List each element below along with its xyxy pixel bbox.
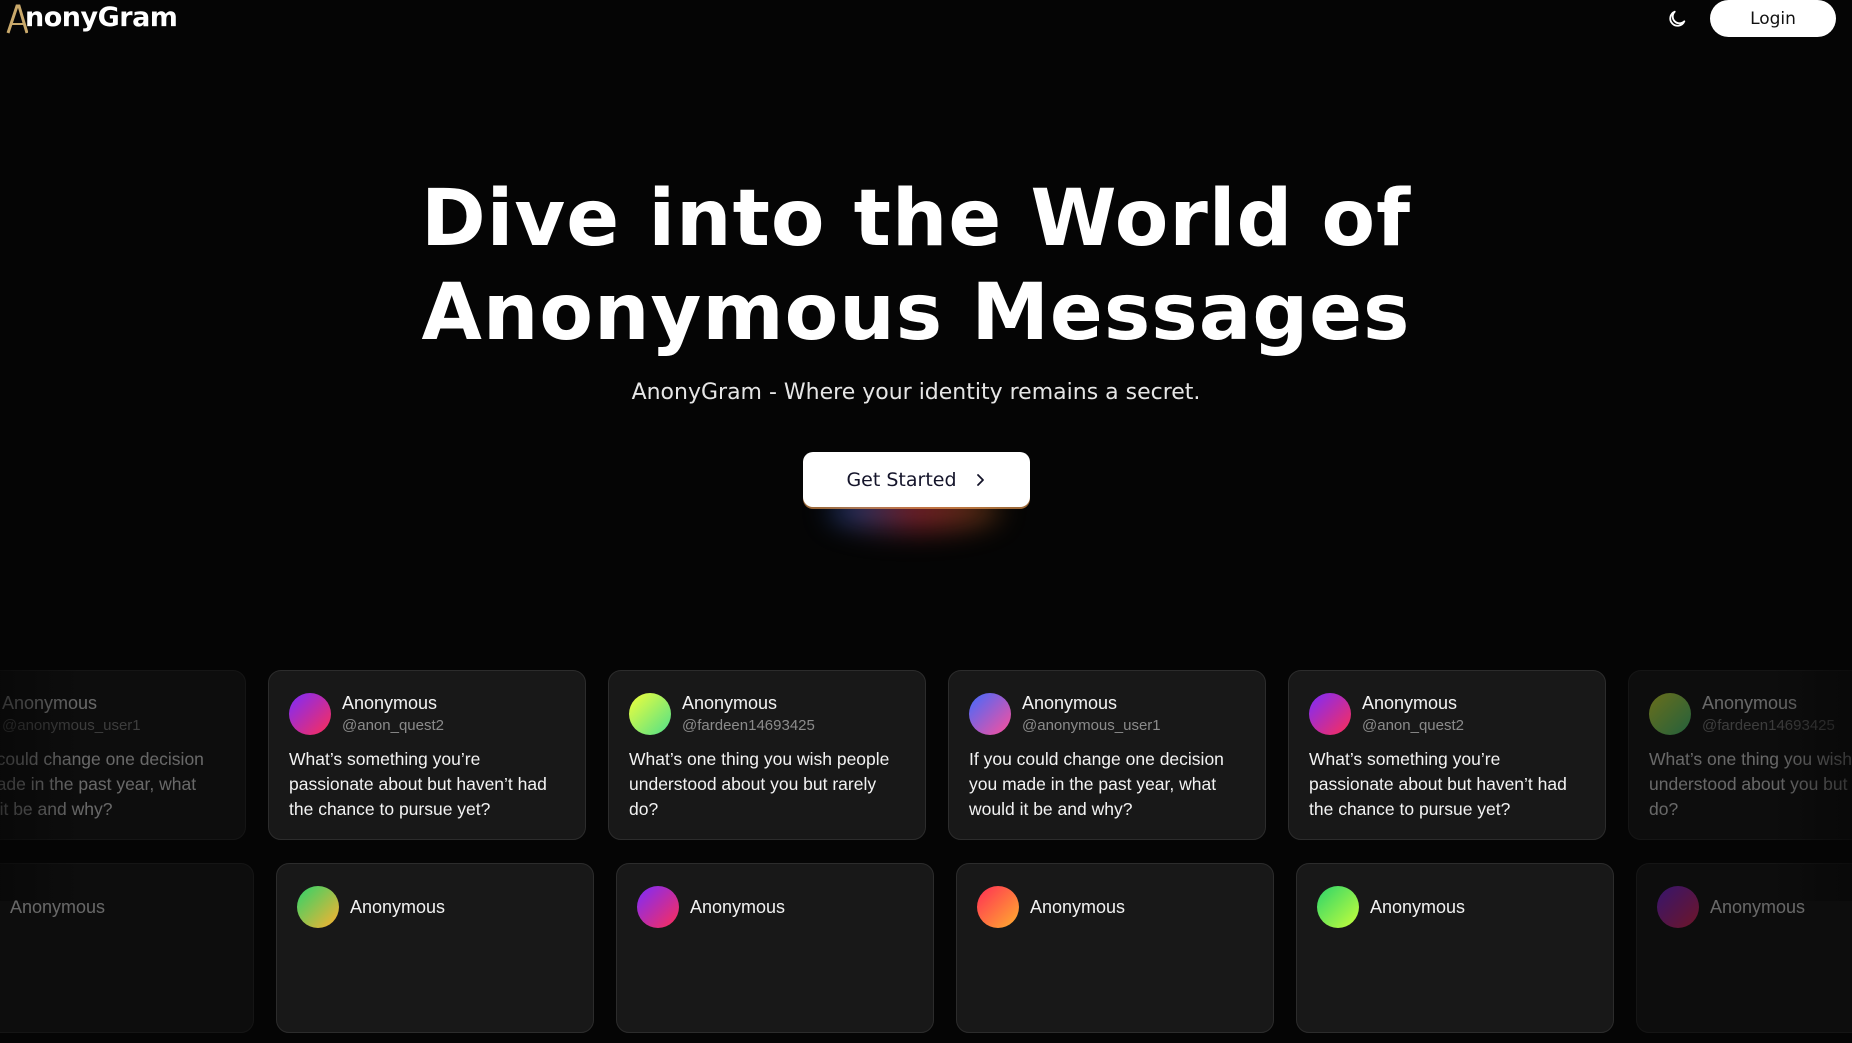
card-header: Anonymous: [1657, 884, 1852, 930]
author-name: Anonymous: [1710, 897, 1806, 917]
avatar: [629, 693, 671, 735]
author-handle: @anonymous_user1: [2, 716, 141, 734]
message-card[interactable]: Anonymous @anonymous_user1 If you could ch…: [948, 670, 1266, 840]
author-name: Anonymous: [1702, 692, 1798, 713]
top-navigation: nonyGram Login: [0, 0, 1852, 38]
author-name: Anonymous: [1370, 897, 1466, 917]
author-name: Anonymous: [350, 897, 446, 917]
message-card[interactable]: Anonymous @fardeen14693425 What’s one thin…: [1628, 670, 1852, 840]
card-author: Anonymous @anon_quest2: [1362, 693, 1464, 736]
message-text: What’s one thing you wish people underst…: [629, 749, 890, 819]
card-author: Anonymous: [690, 897, 785, 917]
message-card[interactable]: Anonymous: [1636, 863, 1852, 1033]
hero-subtitle: AnonyGram - Where your identity remains …: [631, 380, 1201, 405]
message-text: What’s something you’re passionate about…: [289, 749, 547, 819]
brand-name: nonyGram: [25, 2, 178, 33]
avatar: [1657, 886, 1699, 928]
message-card[interactable]: Anonymous: [0, 863, 254, 1033]
login-button[interactable]: Login: [1710, 0, 1836, 37]
author-name: Anonymous: [682, 692, 778, 713]
hero-title: Dive into the World of Anonymous Message…: [0, 172, 1832, 360]
author-name: Anonymous: [342, 692, 438, 713]
avatar: [1317, 886, 1359, 928]
avatar: [1649, 693, 1691, 735]
avatar: [1309, 693, 1351, 735]
chevron-right-icon: [976, 473, 984, 486]
card-header: Anonymous @fardeen14693425: [1649, 691, 1852, 737]
card-author: Anonymous @fardeen14693425: [1702, 693, 1835, 736]
get-started-button[interactable]: Get Started: [803, 452, 1030, 507]
message-card[interactable]: Anonymous @anonymous_user1 If you could ch…: [0, 670, 246, 840]
card-header: Anonymous @anonymous_user1: [969, 691, 1245, 737]
message-card[interactable]: Anonymous @fardeen14693425 What’s one thin…: [608, 670, 926, 840]
avatar: [637, 886, 679, 928]
card-header: Anonymous: [0, 884, 233, 930]
author-name: Anonymous: [1362, 692, 1458, 713]
author-handle: @fardeen14693425: [682, 716, 815, 734]
hero-title-line1: Dive into the World of: [420, 174, 1412, 264]
author-name: Anonymous: [1030, 897, 1126, 917]
message-card[interactable]: Anonymous: [956, 863, 1274, 1033]
get-started-label: Get Started: [846, 468, 957, 491]
message-text: What’s something you’re passionate about…: [1309, 749, 1567, 819]
avatar: [289, 693, 331, 735]
card-header: Anonymous: [297, 884, 573, 930]
author-name: Anonymous: [10, 897, 106, 917]
card-header: Anonymous @anonymous_user1: [0, 691, 225, 737]
author-handle: @anon_quest2: [342, 716, 444, 734]
author-handle: @anonymous_user1: [1022, 716, 1161, 734]
message-card[interactable]: Anonymous: [276, 863, 594, 1033]
card-header: Anonymous: [637, 884, 913, 930]
card-author: Anonymous: [1030, 897, 1125, 917]
card-author: Anonymous: [1370, 897, 1465, 917]
author-handle: @fardeen14693425: [1702, 716, 1835, 734]
avatar: [969, 693, 1011, 735]
message-text: What’s one thing you wish people underst…: [1649, 749, 1852, 819]
author-name: Anonymous: [2, 692, 98, 713]
card-author: Anonymous: [10, 897, 105, 917]
author-name: Anonymous: [690, 897, 786, 917]
card-author: Anonymous: [1710, 897, 1805, 917]
card-header: Anonymous @anon_quest2: [289, 691, 565, 737]
card-author: Anonymous @anon_quest2: [342, 693, 444, 736]
author-name: Anonymous: [1022, 692, 1118, 713]
avatar: [297, 886, 339, 928]
card-header: Anonymous: [977, 884, 1253, 930]
brand-logo[interactable]: nonyGram: [6, 2, 178, 34]
card-header: Anonymous @anon_quest2: [1309, 691, 1585, 737]
avatar: [977, 886, 1019, 928]
message-text: If you could change one decision you mad…: [969, 749, 1224, 819]
moon-icon: [1669, 10, 1686, 27]
card-header: Anonymous @fardeen14693425: [629, 691, 905, 737]
message-card[interactable]: Anonymous @anon_quest2 What’s something yo…: [268, 670, 586, 840]
card-author: Anonymous @anonymous_user1: [2, 693, 141, 736]
hero-title-line2: Anonymous Messages: [421, 268, 1411, 358]
message-card[interactable]: Anonymous: [1296, 863, 1614, 1033]
author-handle: @anon_quest2: [1362, 716, 1464, 734]
card-header: Anonymous: [1317, 884, 1593, 930]
card-author: Anonymous @anonymous_user1: [1022, 693, 1161, 736]
message-text: If you could change one decision you mad…: [0, 749, 204, 819]
message-card[interactable]: Anonymous: [616, 863, 934, 1033]
card-author: Anonymous: [350, 897, 445, 917]
theme-toggle-button[interactable]: [1662, 6, 1692, 32]
message-card[interactable]: Anonymous @anon_quest2 What’s something yo…: [1288, 670, 1606, 840]
card-author: Anonymous @fardeen14693425: [682, 693, 815, 736]
